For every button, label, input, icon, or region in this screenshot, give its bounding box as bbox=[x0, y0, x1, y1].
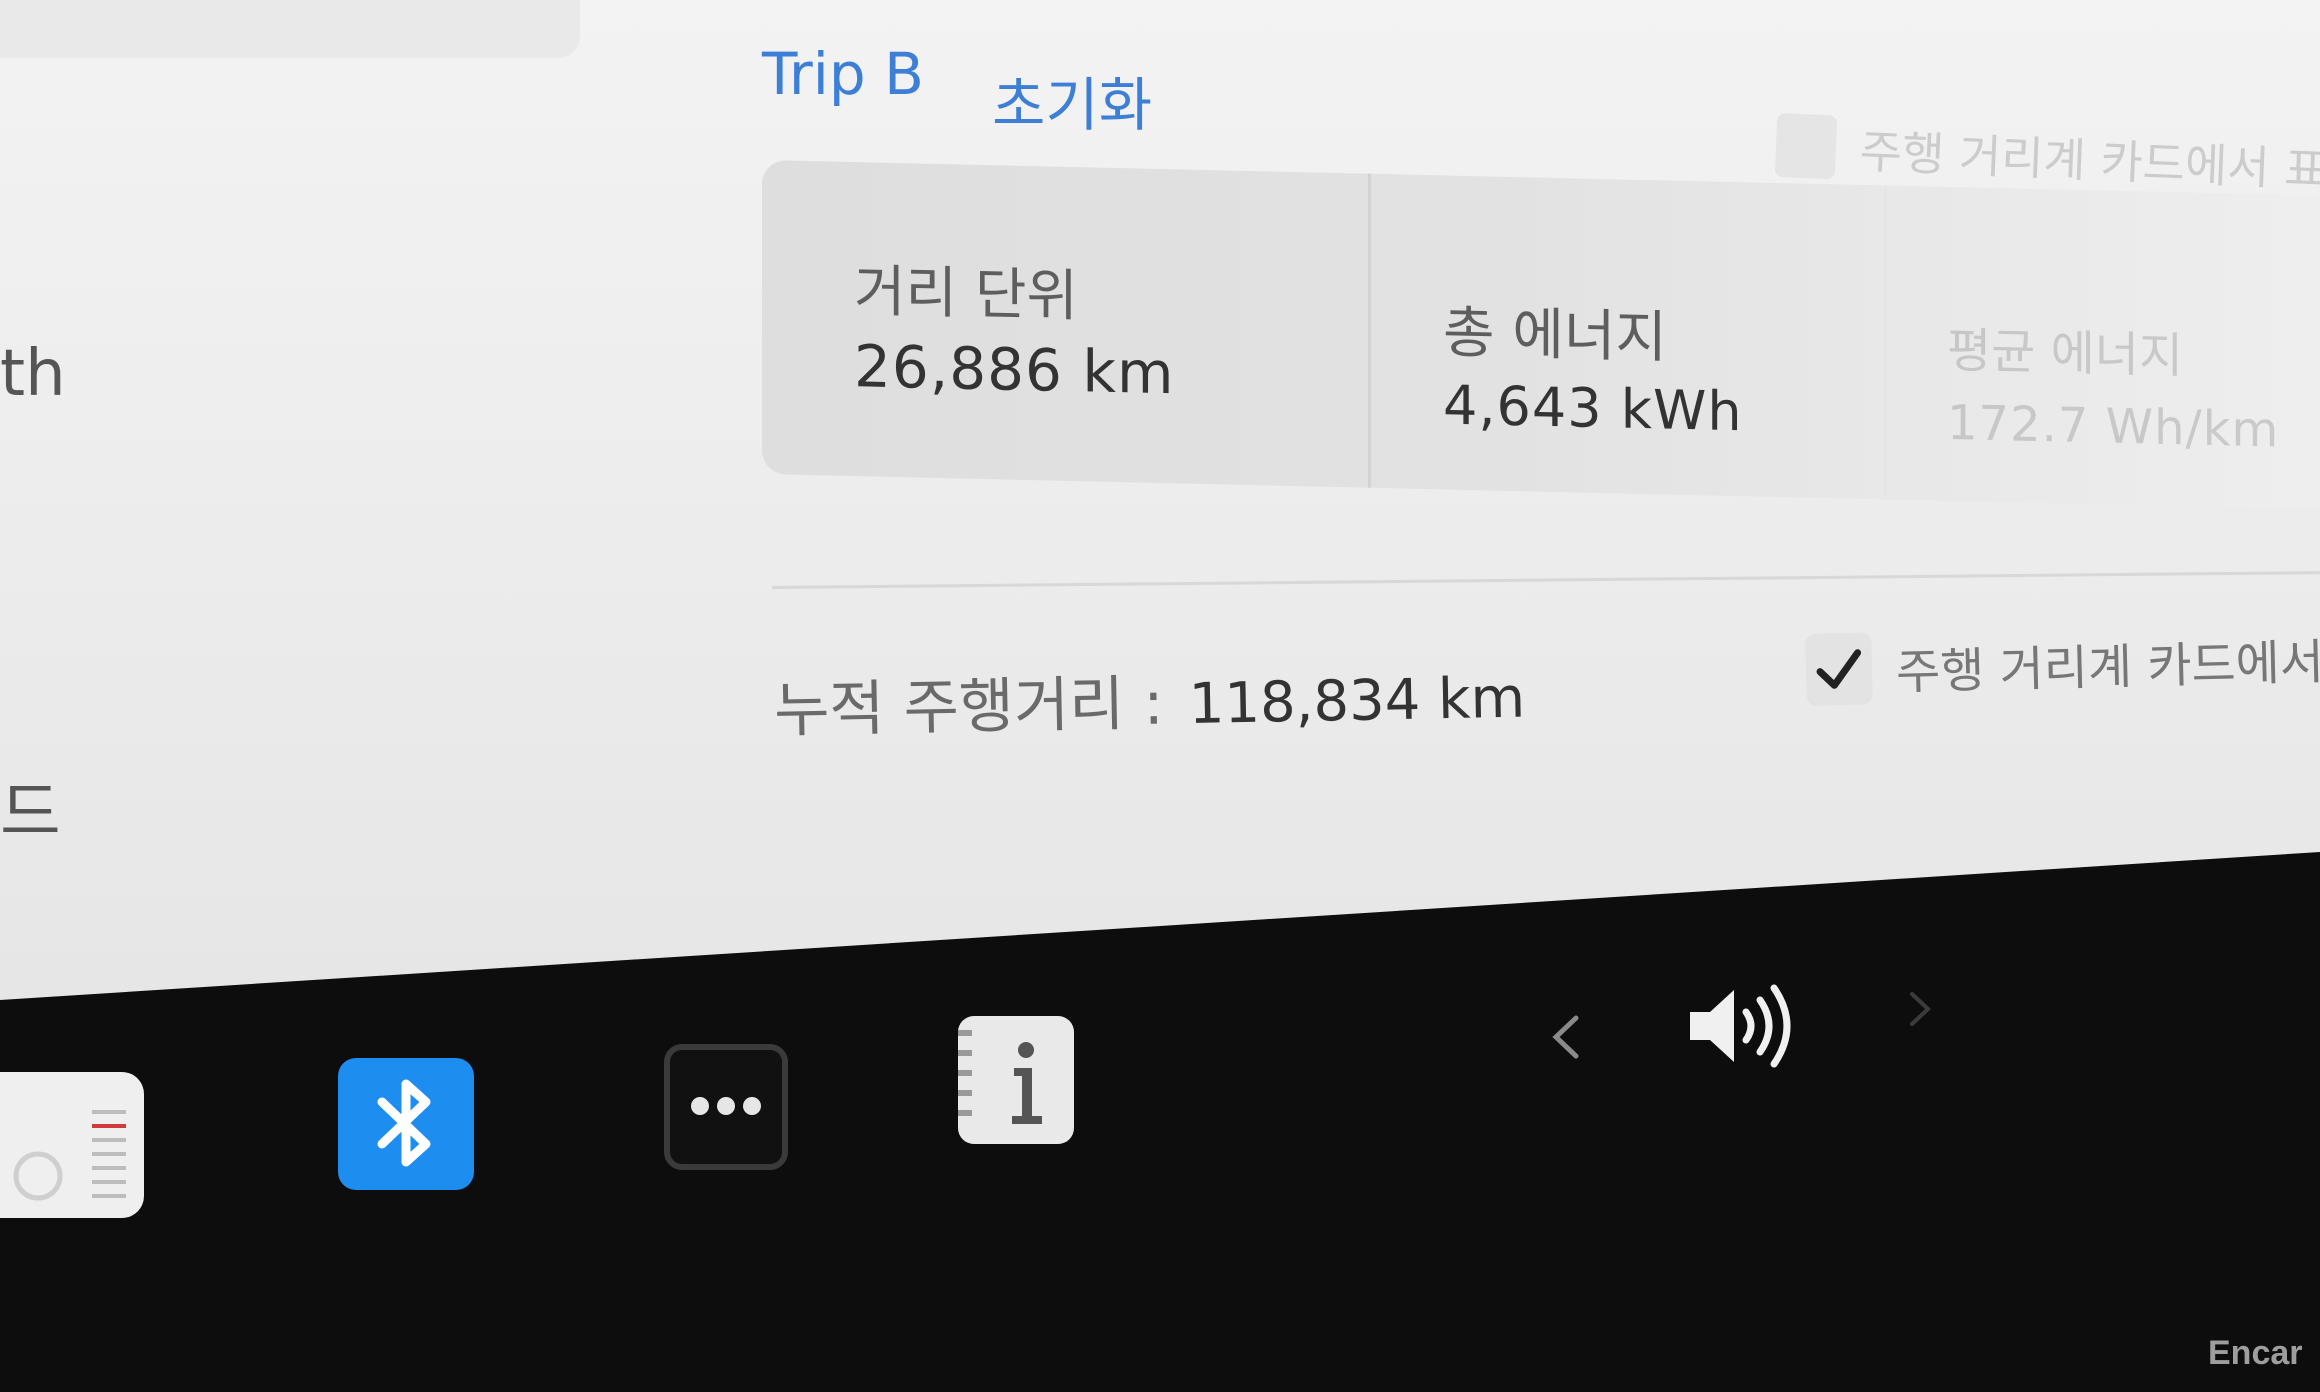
trip-title: Trip B bbox=[762, 40, 924, 108]
show-odometer-on-card-checkbox[interactable]: 주행 거리계 카드에서 표시 bbox=[1805, 619, 2320, 706]
stat-distance: 거리 단위 26,886 km bbox=[762, 160, 1368, 488]
more-icon[interactable] bbox=[664, 1044, 788, 1170]
chevron-left-icon[interactable] bbox=[1546, 1012, 1586, 1062]
chevron-right-icon[interactable] bbox=[1904, 990, 1936, 1028]
stat-value: 4,643 kWh bbox=[1443, 373, 1743, 444]
manual-glyph bbox=[958, 1030, 1042, 1124]
stat-label: 총 에너지 bbox=[1443, 300, 1667, 371]
top-card-fragment bbox=[0, 0, 580, 58]
bluetooth-glyph bbox=[377, 1079, 431, 1167]
checkbox-label: 주행 거리계 카드에서 표시 bbox=[1895, 632, 2320, 701]
settings-screen: th 드 Trip B 초기화 주행 거리계 카드에서 표시 거리 단위 26,… bbox=[0, 0, 2320, 1000]
stat-value: 172.7 Wh/km bbox=[1947, 394, 2280, 459]
toybox-icon[interactable] bbox=[0, 1072, 144, 1218]
toybox-glyph bbox=[13, 1110, 126, 1201]
left-panel-text-fragment-lower[interactable]: 드 bbox=[0, 780, 61, 846]
manual-icon[interactable] bbox=[958, 1016, 1074, 1144]
more-dots-glyph bbox=[691, 1097, 761, 1115]
volume-glyph bbox=[1690, 984, 1791, 1068]
checkbox-box[interactable] bbox=[1774, 113, 1838, 180]
left-panel-text-fragment[interactable]: th bbox=[0, 342, 66, 406]
checkmark-icon bbox=[1816, 649, 1862, 689]
trip-stats-panel: 거리 단위 26,886 km 총 에너지 4,643 kWh 평균 에너지 1… bbox=[762, 160, 2320, 511]
stat-average-energy: 평균 에너지 172.7 Wh/km bbox=[1884, 185, 2320, 511]
watermark-logo: Encar bbox=[2208, 1334, 2303, 1372]
chevron-right-glyph bbox=[1910, 992, 1931, 1026]
stat-total-energy: 총 에너지 4,643 kWh bbox=[1368, 173, 1887, 500]
stat-label: 거리 단위 bbox=[854, 259, 1078, 330]
odometer-value: 118,834 km bbox=[1188, 665, 1526, 738]
stat-label: 평균 에너지 bbox=[1947, 322, 2184, 385]
section-divider bbox=[771, 571, 2320, 589]
odometer-row: 누적 주행거리 : 118,834 km bbox=[773, 648, 1526, 749]
stat-value: 26,886 km bbox=[854, 332, 1175, 408]
bluetooth-icon[interactable] bbox=[338, 1058, 474, 1190]
odometer-label: 누적 주행거리 : bbox=[773, 668, 1165, 746]
checkbox-box-checked[interactable] bbox=[1805, 632, 1873, 706]
chevron-left-glyph bbox=[1552, 1015, 1579, 1059]
reset-trip-button[interactable]: 초기화 bbox=[992, 58, 1152, 142]
speaker-icon[interactable] bbox=[1684, 976, 1804, 1076]
